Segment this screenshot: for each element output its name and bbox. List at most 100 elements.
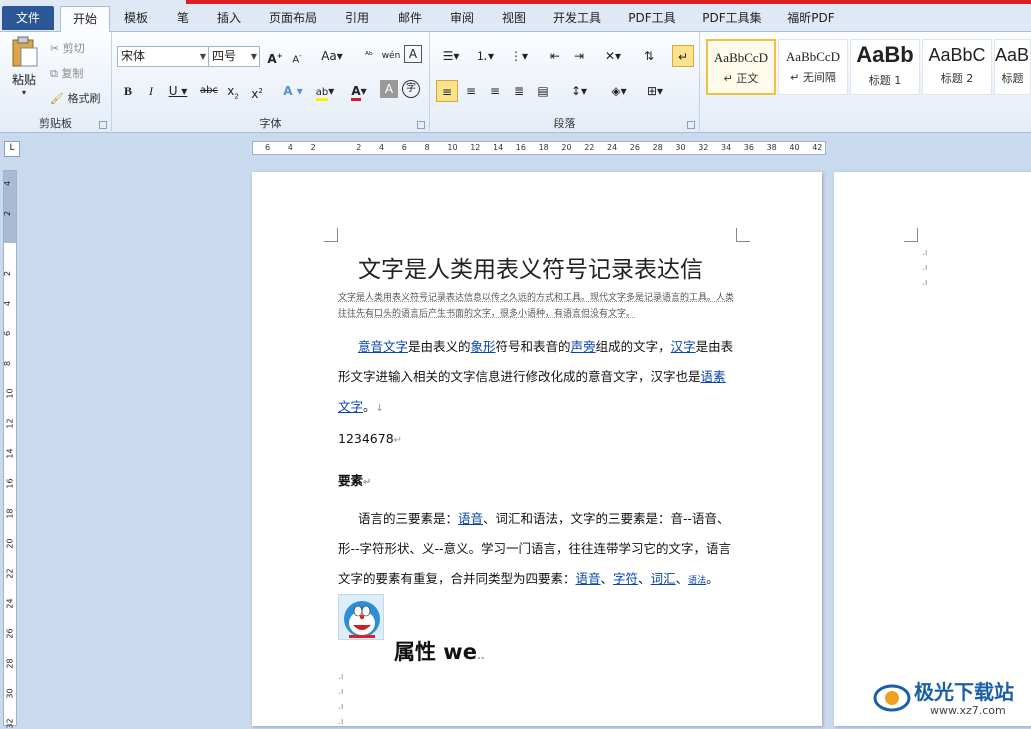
link-characters[interactable]: 字符 — [613, 571, 638, 586]
paragraph-2[interactable]: 语言的三要素是：语音、词汇和语法，文字的三要素是：音--语音、形--字符形状、义… — [338, 504, 738, 596]
style-heading1[interactable]: AaBb 标题 1 — [850, 39, 920, 95]
numbers-line[interactable]: 1234678↵ — [338, 424, 738, 456]
copy-button[interactable]: ⧉ 复制 — [50, 65, 83, 81]
document-subtitle[interactable]: 文字是人类用表义符号记录表达信息以传之久远的方式和工具。现代文字多是记录语言的工… — [338, 290, 738, 322]
ruler-number: 4 — [379, 143, 385, 152]
decrease-indent-icon[interactable]: ⇤ — [544, 45, 566, 67]
highlight-icon[interactable]: ab▾ — [310, 80, 340, 102]
text-effect-icon[interactable]: A ▾ — [278, 80, 308, 102]
bullets-icon[interactable]: ☰▾ — [436, 45, 466, 67]
heading-attribute[interactable]: 属性 we.. — [394, 636, 485, 666]
align-right-icon[interactable]: ≡ — [484, 80, 506, 102]
link-phonetic[interactable]: 声旁 — [571, 339, 596, 354]
tab-insert[interactable]: 插入 — [208, 6, 250, 32]
brush-icon: 🖌 — [50, 92, 64, 105]
tab-home[interactable]: 开始 — [60, 6, 110, 32]
align-center-icon[interactable]: ≡ — [460, 80, 482, 102]
paste-dropdown-icon: ▾ — [21, 88, 26, 97]
horizontal-ruler[interactable]: 6 4 2 2 4 6 8 10 12 14 16 18 20 22 24 26 28 30 32 34 36 38 40 4… — [252, 141, 826, 155]
ruler-number: 22 — [584, 143, 595, 152]
paste-button[interactable]: 粘贴 ▾ — [6, 36, 42, 100]
link-phonetics-2[interactable]: 语音 — [576, 571, 601, 586]
link-vocabulary[interactable]: 词汇 — [651, 571, 676, 586]
numbering-icon[interactable]: ⒈▾ — [470, 45, 500, 67]
ruler-number: 34 — [721, 143, 732, 152]
tab-pdf-toolset[interactable]: PDF工具集 — [696, 6, 768, 32]
section-heading-text: 要素 — [338, 473, 364, 488]
bold-icon[interactable]: B — [117, 80, 139, 102]
show-marks-icon[interactable]: ↵ — [672, 45, 694, 67]
italic-icon[interactable]: I — [140, 80, 162, 102]
distributed-icon[interactable]: ▤ — [532, 80, 554, 102]
tab-pen[interactable]: 笔 — [170, 6, 196, 32]
document-page-2[interactable]: .ı .ı .ı — [834, 172, 1031, 726]
justify-icon[interactable]: ≣ — [508, 80, 530, 102]
empty-paragraph-mark: .ı — [338, 672, 344, 682]
phonetic-guide-icon[interactable]: wén — [380, 45, 402, 67]
tab-developer[interactable]: 开发工具 — [546, 6, 608, 32]
tab-view[interactable]: 视图 — [494, 6, 534, 32]
style-heading2[interactable]: AaBbC 标题 2 — [922, 39, 992, 95]
font-color-icon[interactable]: A▾ — [344, 80, 374, 102]
chinese-layout-icon[interactable]: ✕▾ — [598, 45, 628, 67]
align-left-icon[interactable]: ≡ — [436, 80, 458, 102]
clipboard-launcher-icon[interactable] — [99, 121, 107, 129]
borders-icon[interactable]: ⊞▾ — [640, 80, 670, 102]
document-title[interactable]: 文字是人类用表义符号记录表达信 — [358, 250, 703, 284]
doraemon-icon — [344, 601, 380, 638]
clear-format-icon[interactable]: ᴬᵇ — [358, 45, 380, 67]
font-launcher-icon[interactable] — [417, 121, 425, 129]
section-heading[interactable]: 要素↵ — [338, 466, 738, 498]
shrink-font-icon[interactable]: A- — [286, 45, 308, 67]
tab-page-layout[interactable]: 页面布局 — [262, 6, 324, 32]
tab-file[interactable]: 文件 — [2, 6, 54, 30]
underline-icon[interactable]: U ▾ — [164, 80, 192, 102]
heading-attribute-text: 属性 we — [394, 640, 477, 664]
tab-template[interactable]: 模板 — [116, 6, 156, 32]
paragraph-1[interactable]: 意音文字是由表义的象形符号和表音的声旁组成的文字，汉字是由表形文字进输入相关的文… — [338, 332, 738, 424]
style-title-label: 标题 — [1001, 72, 1024, 85]
link-pictograph[interactable]: 象形 — [471, 339, 496, 354]
paragraph-launcher-icon[interactable] — [687, 121, 695, 129]
change-case-icon[interactable]: Aa▾ — [318, 45, 346, 67]
font-name-combo[interactable]: 宋体 ▼ — [117, 46, 209, 67]
sort-icon[interactable]: ⇅ — [638, 45, 660, 67]
doraemon-image[interactable] — [338, 594, 384, 640]
line-spacing-icon[interactable]: ↕▾ — [564, 80, 594, 102]
format-painter-button[interactable]: 🖌 格式刷 — [50, 90, 100, 106]
tab-mailings[interactable]: 邮件 — [390, 6, 430, 32]
tab-pdf-tools[interactable]: PDF工具 — [620, 6, 684, 32]
ruler-number: 4 — [3, 180, 13, 187]
enclose-char-icon[interactable]: 字 — [402, 80, 420, 98]
cut-button[interactable]: ✂ 剪切 — [50, 40, 85, 56]
ruler-number: 10 — [5, 388, 15, 399]
paragraph-mark: .. — [476, 651, 485, 662]
link-hanzi[interactable]: 汉字 — [671, 339, 696, 354]
margin-corner-mark — [736, 228, 750, 242]
style-no-spacing[interactable]: AaBbCcD ↵ 无间隔 — [778, 39, 848, 95]
tab-references[interactable]: 引用 — [336, 6, 378, 32]
ruler-number: 22 — [5, 568, 15, 579]
superscript-icon[interactable]: x2 — [246, 80, 268, 102]
shading-icon[interactable]: ◈▾ — [604, 80, 634, 102]
tab-foxit-pdf[interactable]: 福昕PDF — [780, 6, 842, 32]
style-normal[interactable]: AaBbCcD ↵ 正文 — [706, 39, 776, 95]
link-phonetics[interactable]: 语音 — [458, 511, 483, 526]
vertical-ruler[interactable]: 4 2 2 4 6 8 10 12 14 16 18 20 22 24 26 28 30 32 — [3, 170, 17, 729]
style-title[interactable]: AaBb 标题 — [994, 39, 1031, 95]
multilevel-list-icon[interactable]: ⋮▾ — [504, 45, 534, 67]
tab-review[interactable]: 审阅 — [442, 6, 482, 32]
grow-font-icon[interactable]: A+ — [264, 45, 286, 67]
tab-stop-selector-icon[interactable]: L — [4, 141, 20, 157]
link-ideographic[interactable]: 意音文字 — [358, 339, 408, 354]
increase-indent-icon[interactable]: ⇥ — [568, 45, 590, 67]
char-shading-icon[interactable]: A — [380, 80, 398, 98]
font-size-combo[interactable]: 四号 ▼ — [208, 46, 260, 67]
document-page[interactable]: 文字是人类用表义符号记录表达信 文字是人类用表义符号记录表达信息以传之久远的方式… — [252, 172, 822, 727]
link-grammar[interactable]: 语法 — [688, 576, 706, 586]
ruler-number: 28 — [5, 658, 15, 669]
ruler-number: 12 — [5, 418, 15, 429]
strikethrough-icon[interactable]: abc — [198, 80, 220, 102]
char-border-icon[interactable]: A — [404, 45, 422, 63]
subscript-icon[interactable]: x2 — [222, 80, 244, 102]
